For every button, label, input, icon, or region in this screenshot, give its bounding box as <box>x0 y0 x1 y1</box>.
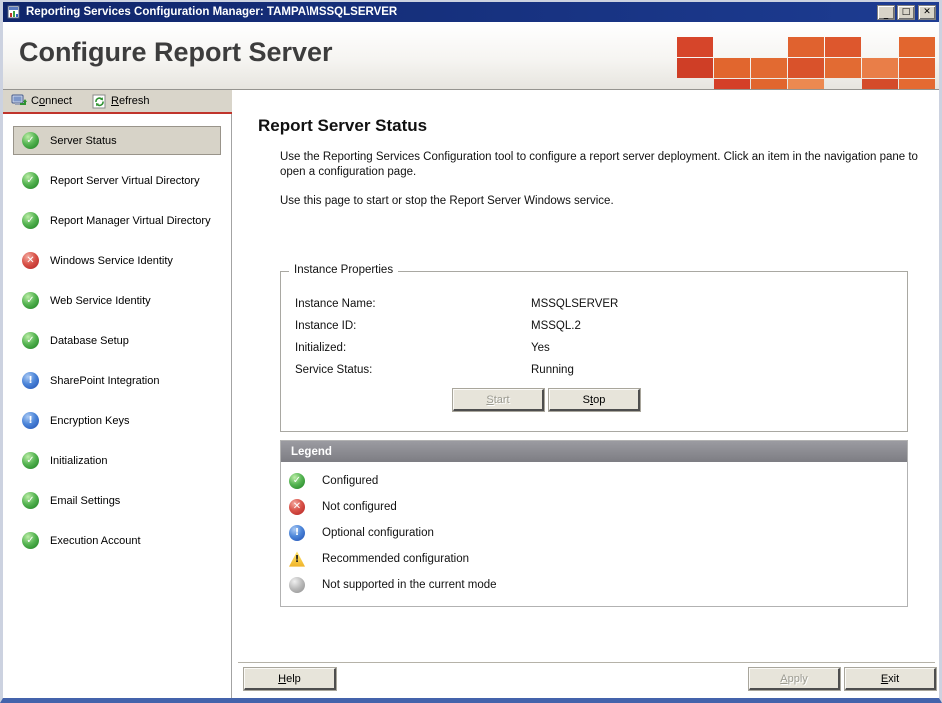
maximize-button[interactable]: □ <box>897 4 915 20</box>
mosaic-tile <box>751 79 787 89</box>
property-label: Initialized: <box>295 342 347 354</box>
error-status-icon: ✕ <box>289 499 305 515</box>
mosaic-tile <box>788 58 824 78</box>
apply-button[interactable]: Apply <box>749 668 840 690</box>
property-value: Running <box>531 364 574 376</box>
ok-status-icon: ✓ <box>22 332 39 349</box>
sidebar-item[interactable]: ✓ Database Setup <box>13 326 221 355</box>
sidebar-item[interactable]: ✓ Report Server Virtual Directory <box>13 166 221 195</box>
property-value: MSSQL.2 <box>531 320 581 332</box>
legend-item-label: Configured <box>322 475 379 487</box>
legend-item: Not supported in the current mode <box>281 572 907 598</box>
mosaic-tile <box>677 37 713 57</box>
legend-item: ✓ Configured <box>281 468 907 494</box>
legend-item: ✕ Not configured <box>281 494 907 520</box>
property-label: Instance ID: <box>295 320 357 332</box>
mosaic-tile <box>677 58 713 78</box>
navigation-pane: ✓ Server Status ✓ Report Server Virtual … <box>3 114 232 698</box>
window-title: Reporting Services Configuration Manager… <box>26 6 398 18</box>
main-content: Report Server Status Use the Reporting S… <box>232 90 939 698</box>
start-button[interactable]: Start <box>453 389 544 411</box>
ok-status-icon: ✓ <box>22 292 39 309</box>
refresh-button[interactable]: Refresh <box>92 94 150 109</box>
property-value: Yes <box>531 342 550 354</box>
toolbar: Connect Refresh <box>3 90 232 114</box>
mosaic-tile <box>862 58 898 78</box>
mosaic-tile <box>899 79 935 89</box>
warning-status-icon: ! <box>289 551 305 567</box>
mosaic-tile <box>825 37 861 57</box>
legend-item-label: Not configured <box>322 501 397 513</box>
connect-button[interactable]: Connect <box>11 93 72 109</box>
property-label: Instance Name: <box>295 298 376 310</box>
sidebar-item[interactable]: ! Encryption Keys <box>13 406 221 435</box>
mosaic-tile <box>714 58 750 78</box>
mosaic-tile <box>751 58 787 78</box>
property-row: Initialized: Yes <box>295 342 897 355</box>
footer-separator <box>238 662 935 663</box>
legend-item-label: Recommended configuration <box>322 553 470 565</box>
sidebar-item[interactable]: ✓ Execution Account <box>13 526 221 555</box>
ok-status-icon: ✓ <box>22 172 39 189</box>
groupbox-title: Instance Properties <box>289 264 399 276</box>
ok-status-icon: ✓ <box>289 473 305 489</box>
ok-status-icon: ✓ <box>22 532 39 549</box>
property-label: Service Status: <box>295 364 373 376</box>
mosaic-tile <box>862 79 898 89</box>
app-icon <box>7 5 20 19</box>
property-value: MSSQLSERVER <box>531 298 619 310</box>
property-row: Instance ID: MSSQL.2 <box>295 320 897 333</box>
app-window: Reporting Services Configuration Manager… <box>0 0 942 703</box>
refresh-icon <box>92 94 106 108</box>
page-heading: Report Server Status <box>258 116 428 135</box>
help-button[interactable]: Help <box>244 668 336 690</box>
mosaic-tile <box>899 58 935 78</box>
mosaic-tile <box>714 79 750 89</box>
property-row: Instance Name: MSSQLSERVER <box>295 298 897 311</box>
mosaic-tile <box>899 37 935 57</box>
mosaic-tile <box>788 37 824 57</box>
minimize-button[interactable]: _ <box>877 4 895 20</box>
sidebar-item[interactable]: ✓ Server Status <box>13 126 221 155</box>
info-status-icon: ! <box>289 525 305 541</box>
exit-button[interactable]: Exit <box>845 668 936 690</box>
intro-text-1: Use the Reporting Services Configuration… <box>280 151 918 178</box>
legend-panel: Legend ✓ Configured ✕ Not configured ! O… <box>280 440 908 607</box>
info-status-icon: ! <box>22 372 39 389</box>
legend-item-label: Optional configuration <box>322 527 434 539</box>
mosaic-tile <box>788 79 824 89</box>
close-button[interactable]: ✕ <box>918 4 936 20</box>
legend-item: ! Recommended configuration <box>281 546 907 572</box>
error-status-icon: ✕ <box>22 252 39 269</box>
mosaic-tile <box>825 58 861 78</box>
stop-button[interactable]: Stop <box>549 389 640 411</box>
info-status-icon: ! <box>22 412 39 429</box>
sidebar-item[interactable]: ✕ Windows Service Identity <box>13 246 221 275</box>
sidebar-item[interactable]: ✓ Web Service Identity <box>13 286 221 315</box>
ok-status-icon: ✓ <box>22 452 39 469</box>
sidebar-item[interactable]: ! SharePoint Integration <box>13 366 221 395</box>
mosaic-decoration <box>677 37 935 89</box>
instance-properties-group: Instance Properties Instance Name: MSSQL… <box>280 264 908 432</box>
sidebar-item[interactable]: ✓ Report Manager Virtual Directory <box>13 206 221 235</box>
legend-item: ! Optional configuration <box>281 520 907 546</box>
sidebar-item[interactable]: ✓ Initialization <box>13 446 221 475</box>
ok-status-icon: ✓ <box>22 132 39 149</box>
intro-text-2: Use this page to start or stop the Repor… <box>280 195 614 207</box>
page-title: Configure Report Server <box>19 37 333 67</box>
sidebar-item[interactable]: ✓ Email Settings <box>13 486 221 515</box>
connect-icon <box>11 94 27 105</box>
header-banner: Configure Report Server <box>3 22 939 90</box>
ok-status-icon: ✓ <box>22 492 39 509</box>
ok-status-icon: ✓ <box>22 212 39 229</box>
legend-item-label: Not supported in the current mode <box>322 579 497 591</box>
legend-header: Legend <box>281 441 907 462</box>
notsupported-status-icon <box>289 577 305 593</box>
window-title-bar: Reporting Services Configuration Manager… <box>3 2 939 22</box>
property-row: Service Status: Running <box>295 364 897 377</box>
